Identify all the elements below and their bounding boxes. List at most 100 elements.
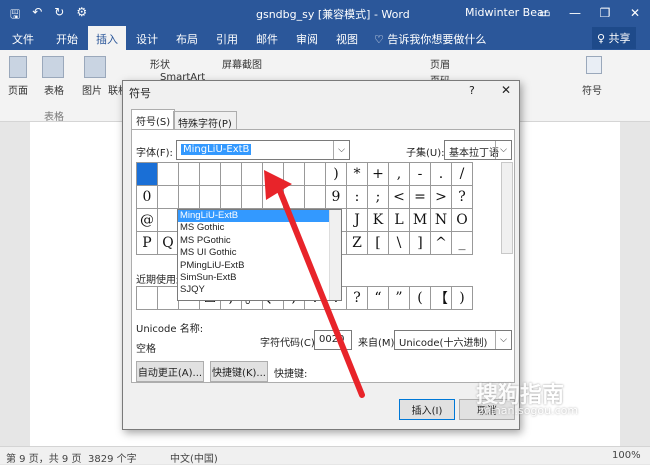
symbol-cell[interactable]: = [410, 186, 431, 209]
font-option[interactable]: SimSun-ExtB [178, 272, 341, 284]
symbol-cell[interactable]: ^ [431, 232, 452, 255]
symbol-cell[interactable]: Q [158, 232, 179, 255]
tell-me-search[interactable]: ♡ 告诉我你想要做什么 [374, 31, 486, 47]
recent-symbol-cell[interactable] [137, 287, 158, 310]
symbol-cell[interactable]: P [137, 232, 158, 255]
insert-button[interactable]: 插入(I) [399, 399, 455, 420]
symbol-cell[interactable]: / [452, 163, 473, 186]
redo-icon[interactable]: ↻ [54, 5, 64, 26]
status-words[interactable]: 3829 个字 [88, 450, 137, 465]
ribbon-pages[interactable]: 页面 [8, 82, 28, 97]
symbol-cell[interactable] [263, 186, 284, 209]
ribbon-pictures[interactable]: 图片 [82, 82, 102, 97]
symbol-cell[interactable] [200, 186, 221, 209]
symbol-cell[interactable]: 9 [326, 186, 347, 209]
tab-special-chars[interactable]: 特殊字符(P) [173, 111, 237, 130]
tab-symbols[interactable]: 符号(S) [131, 109, 176, 130]
symbol-cell[interactable]: ) [326, 163, 347, 186]
ribbon-screenshot[interactable]: 屏幕截图 [222, 56, 262, 71]
symbol-cell[interactable] [284, 186, 305, 209]
undo-icon[interactable]: ↶ [32, 5, 42, 26]
status-language[interactable]: 中文(中国) [170, 450, 218, 465]
symbol-cell[interactable] [179, 163, 200, 186]
symbol-cell[interactable]: ? [452, 186, 473, 209]
tab-layout[interactable]: 布局 [176, 31, 198, 47]
ribbon-shapes[interactable]: 形状 [150, 56, 170, 71]
from-combo[interactable]: Unicode(十六进制) ⌵ [394, 330, 512, 350]
symbol-cell[interactable]: L [389, 209, 410, 232]
tab-home[interactable]: 开始 [56, 31, 78, 47]
symbol-cell[interactable]: Z [347, 232, 368, 255]
chevron-down-icon[interactable]: ⌵ [333, 141, 349, 159]
tab-design[interactable]: 设计 [136, 31, 158, 47]
symbol-cell[interactable]: . [431, 163, 452, 186]
tab-file[interactable]: 文件 [12, 31, 34, 47]
symbol-cell[interactable] [179, 186, 200, 209]
symbol-cell[interactable]: _ [452, 232, 473, 255]
dialog-close-button[interactable]: ✕ [501, 83, 511, 97]
font-option[interactable]: MS UI Gothic [178, 247, 341, 259]
font-option[interactable]: MingLiU-ExtB [178, 210, 341, 223]
symbol-cell[interactable]: - [410, 163, 431, 186]
recent-symbol-cell[interactable]: ” [389, 287, 410, 310]
tab-insert[interactable]: 插入 [88, 26, 126, 50]
tab-review[interactable]: 审阅 [296, 31, 318, 47]
symbol-cell[interactable]: > [431, 186, 452, 209]
recent-symbol-cell[interactable]: ? [347, 287, 368, 310]
symbol-cell[interactable] [305, 186, 326, 209]
symbol-cell[interactable]: @ [137, 209, 158, 232]
symbol-cell[interactable]: : [347, 186, 368, 209]
symbol-cell[interactable]: 0 [137, 186, 158, 209]
tab-mailings[interactable]: 邮件 [256, 31, 278, 47]
grid-scrollbar[interactable] [501, 162, 513, 254]
symbol-cell[interactable] [158, 163, 179, 186]
save-icon[interactable]: 🖫 [10, 5, 20, 26]
autocorrect-button[interactable]: 自动更正(A)... [136, 361, 204, 382]
font-combo[interactable]: MingLiU-ExtB ⌵ [176, 140, 350, 160]
symbol-cell[interactable]: < [389, 186, 410, 209]
symbol-cell[interactable]: ; [368, 186, 389, 209]
status-page[interactable]: 第 9 页，共 9 页 [6, 450, 81, 465]
recent-symbol-cell[interactable]: 【 [431, 287, 452, 310]
symbol-cell[interactable] [242, 186, 263, 209]
symbol-cell[interactable] [221, 163, 242, 186]
status-zoom[interactable]: 100% [612, 450, 641, 461]
font-option[interactable]: PMingLiU-ExtB [178, 260, 341, 272]
chevron-down-icon[interactable]: ⌵ [495, 141, 511, 159]
chevron-down-icon[interactable]: ⌵ [495, 331, 511, 349]
font-option[interactable]: MS PGothic [178, 235, 341, 247]
recent-symbol-cell[interactable]: “ [368, 287, 389, 310]
close-button[interactable]: ✕ [620, 0, 650, 26]
symbol-cell[interactable]: , [389, 163, 410, 186]
symbol-cell[interactable]: * [347, 163, 368, 186]
symbol-cell[interactable]: [ [368, 232, 389, 255]
font-option[interactable]: MS Gothic [178, 222, 341, 234]
symbol-cell[interactable]: M [410, 209, 431, 232]
symbol-cell[interactable] [137, 163, 158, 186]
recent-symbol-cell[interactable]: ( [410, 287, 431, 310]
symbol-cell[interactable]: J [347, 209, 368, 232]
symbol-cell[interactable]: ] [410, 232, 431, 255]
ribbon-table[interactable]: 表格 [44, 82, 64, 97]
customize-icon[interactable]: ⚙ [76, 5, 87, 26]
symbol-cell[interactable]: + [368, 163, 389, 186]
font-dropdown-list[interactable]: MingLiU-ExtB MS Gothic MS PGothic MS UI Got… [177, 209, 342, 301]
share-button[interactable]: ♀ 共享 [592, 27, 636, 49]
ribbon-header[interactable]: 页眉 [430, 56, 450, 71]
symbol-cell[interactable] [200, 163, 221, 186]
recent-symbol-cell[interactable] [158, 287, 179, 310]
tab-view[interactable]: 视图 [336, 31, 358, 47]
charcode-input[interactable]: 0020 [314, 330, 352, 350]
recent-symbol-cell[interactable]: ) [452, 287, 473, 310]
ribbon-display-icon[interactable]: ▭ [530, 0, 560, 26]
dropdown-scrollbar[interactable] [329, 210, 341, 300]
ribbon-symbol[interactable]: 符号 [582, 82, 602, 97]
symbol-cell[interactable] [221, 186, 242, 209]
restore-button[interactable]: ❐ [590, 0, 620, 26]
symbol-cell[interactable] [242, 163, 263, 186]
shortcut-key-button[interactable]: 快捷键(K)... [210, 361, 268, 382]
font-option[interactable]: SJQY [178, 284, 341, 296]
tab-references[interactable]: 引用 [216, 31, 238, 47]
symbol-cell[interactable] [284, 163, 305, 186]
symbol-cell[interactable] [305, 163, 326, 186]
